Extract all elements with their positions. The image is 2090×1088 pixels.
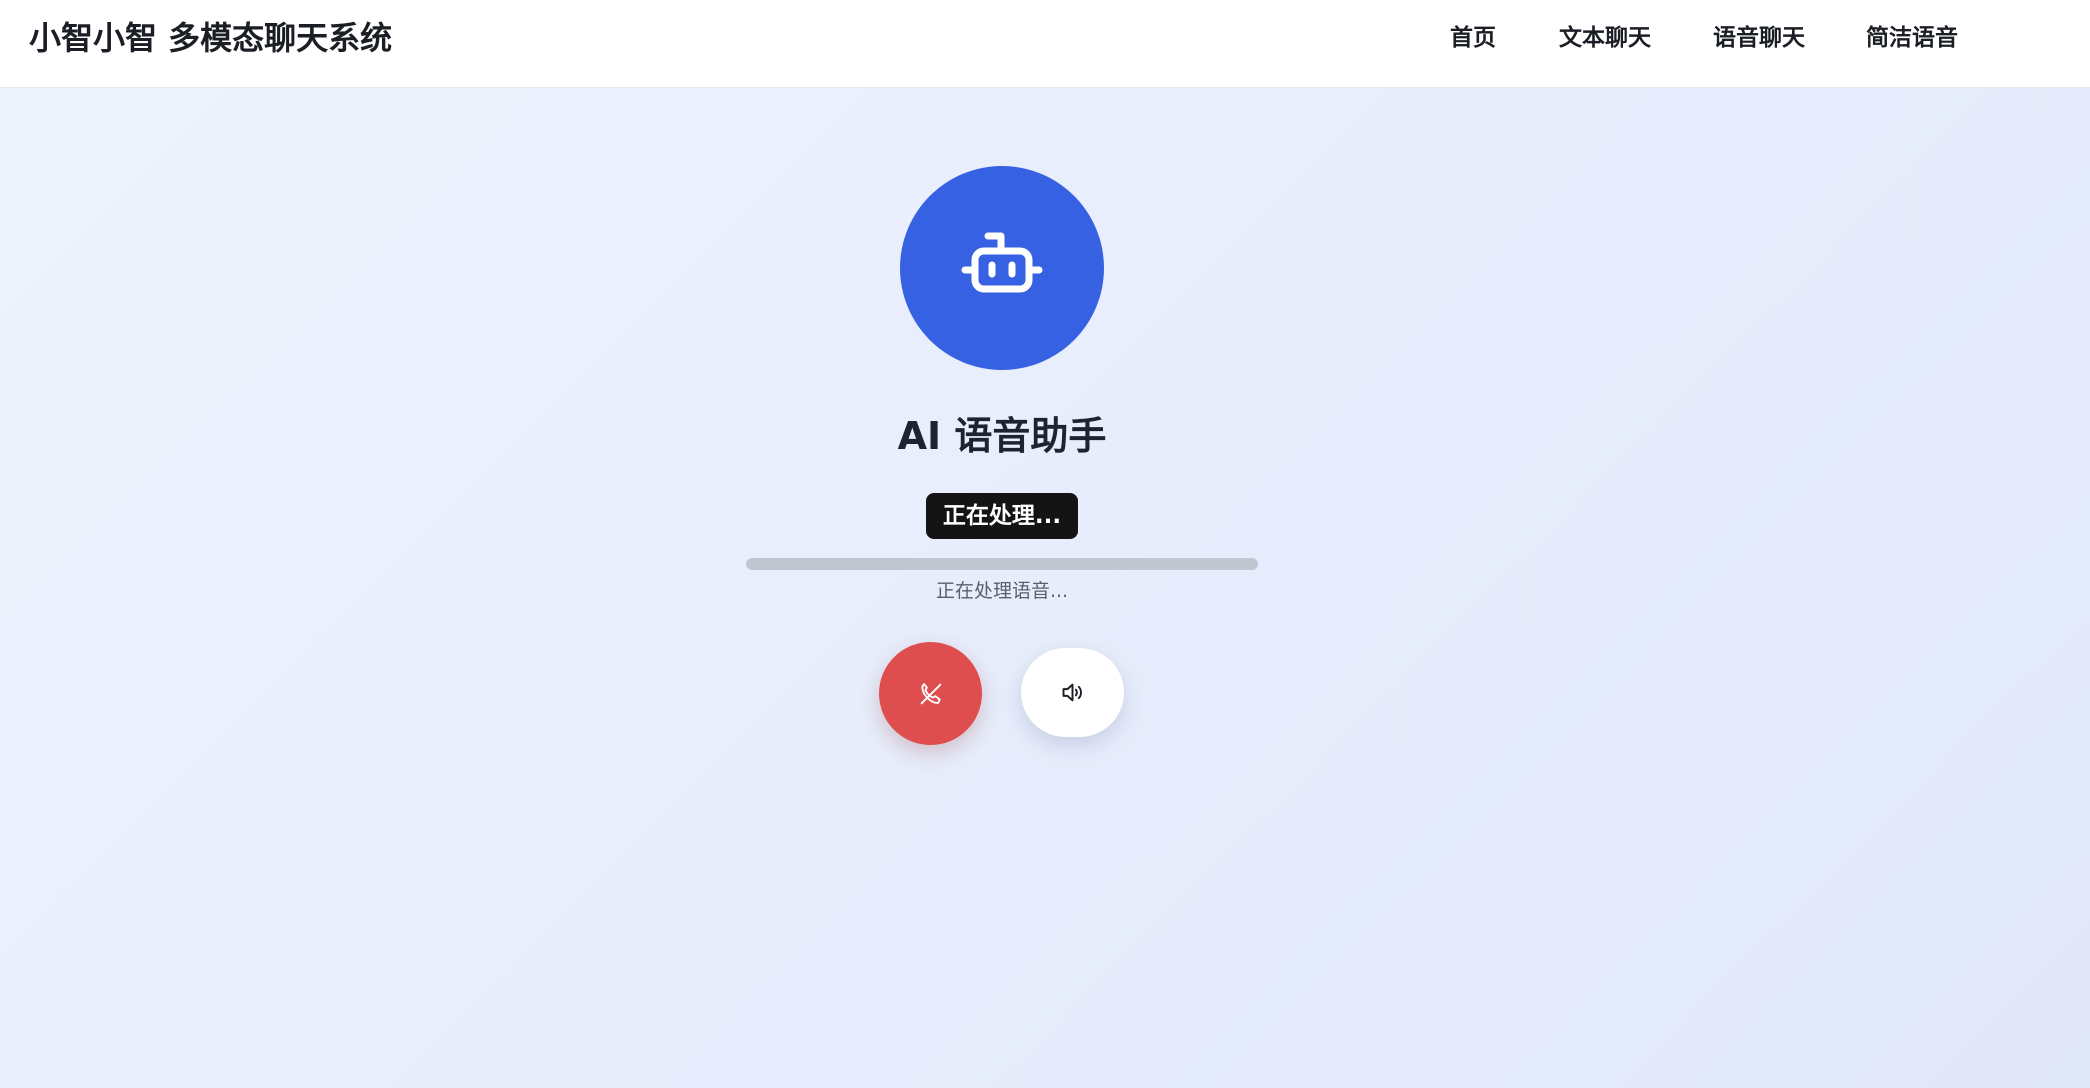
phone-off-icon bbox=[920, 683, 942, 705]
assistant-avatar bbox=[900, 166, 1104, 370]
top-navbar: 小智小智 多模态聊天系统 首页 文本聊天 语音聊天 简洁语音 bbox=[0, 0, 2090, 88]
speaker-icon bbox=[1062, 683, 1082, 702]
robot-icon bbox=[961, 232, 1043, 293]
hang-up-button[interactable] bbox=[879, 642, 982, 745]
progress-bar bbox=[746, 558, 1258, 570]
status-text: 正在处理语音... bbox=[935, 580, 1069, 602]
app-title: 小智小智 多模态聊天系统 bbox=[29, 19, 393, 57]
speaker-button[interactable] bbox=[1021, 648, 1124, 737]
nav-home[interactable]: 首页 bbox=[1450, 22, 1496, 54]
status-badge: 正在处理... bbox=[926, 493, 1078, 539]
nav-simple-voice[interactable]: 简洁语音 bbox=[1866, 22, 1958, 54]
nav-text-chat[interactable]: 文本聊天 bbox=[1559, 22, 1651, 54]
nav-voice-chat[interactable]: 语音聊天 bbox=[1713, 22, 1805, 54]
assistant-title: AI 语音助手 bbox=[897, 414, 1107, 458]
